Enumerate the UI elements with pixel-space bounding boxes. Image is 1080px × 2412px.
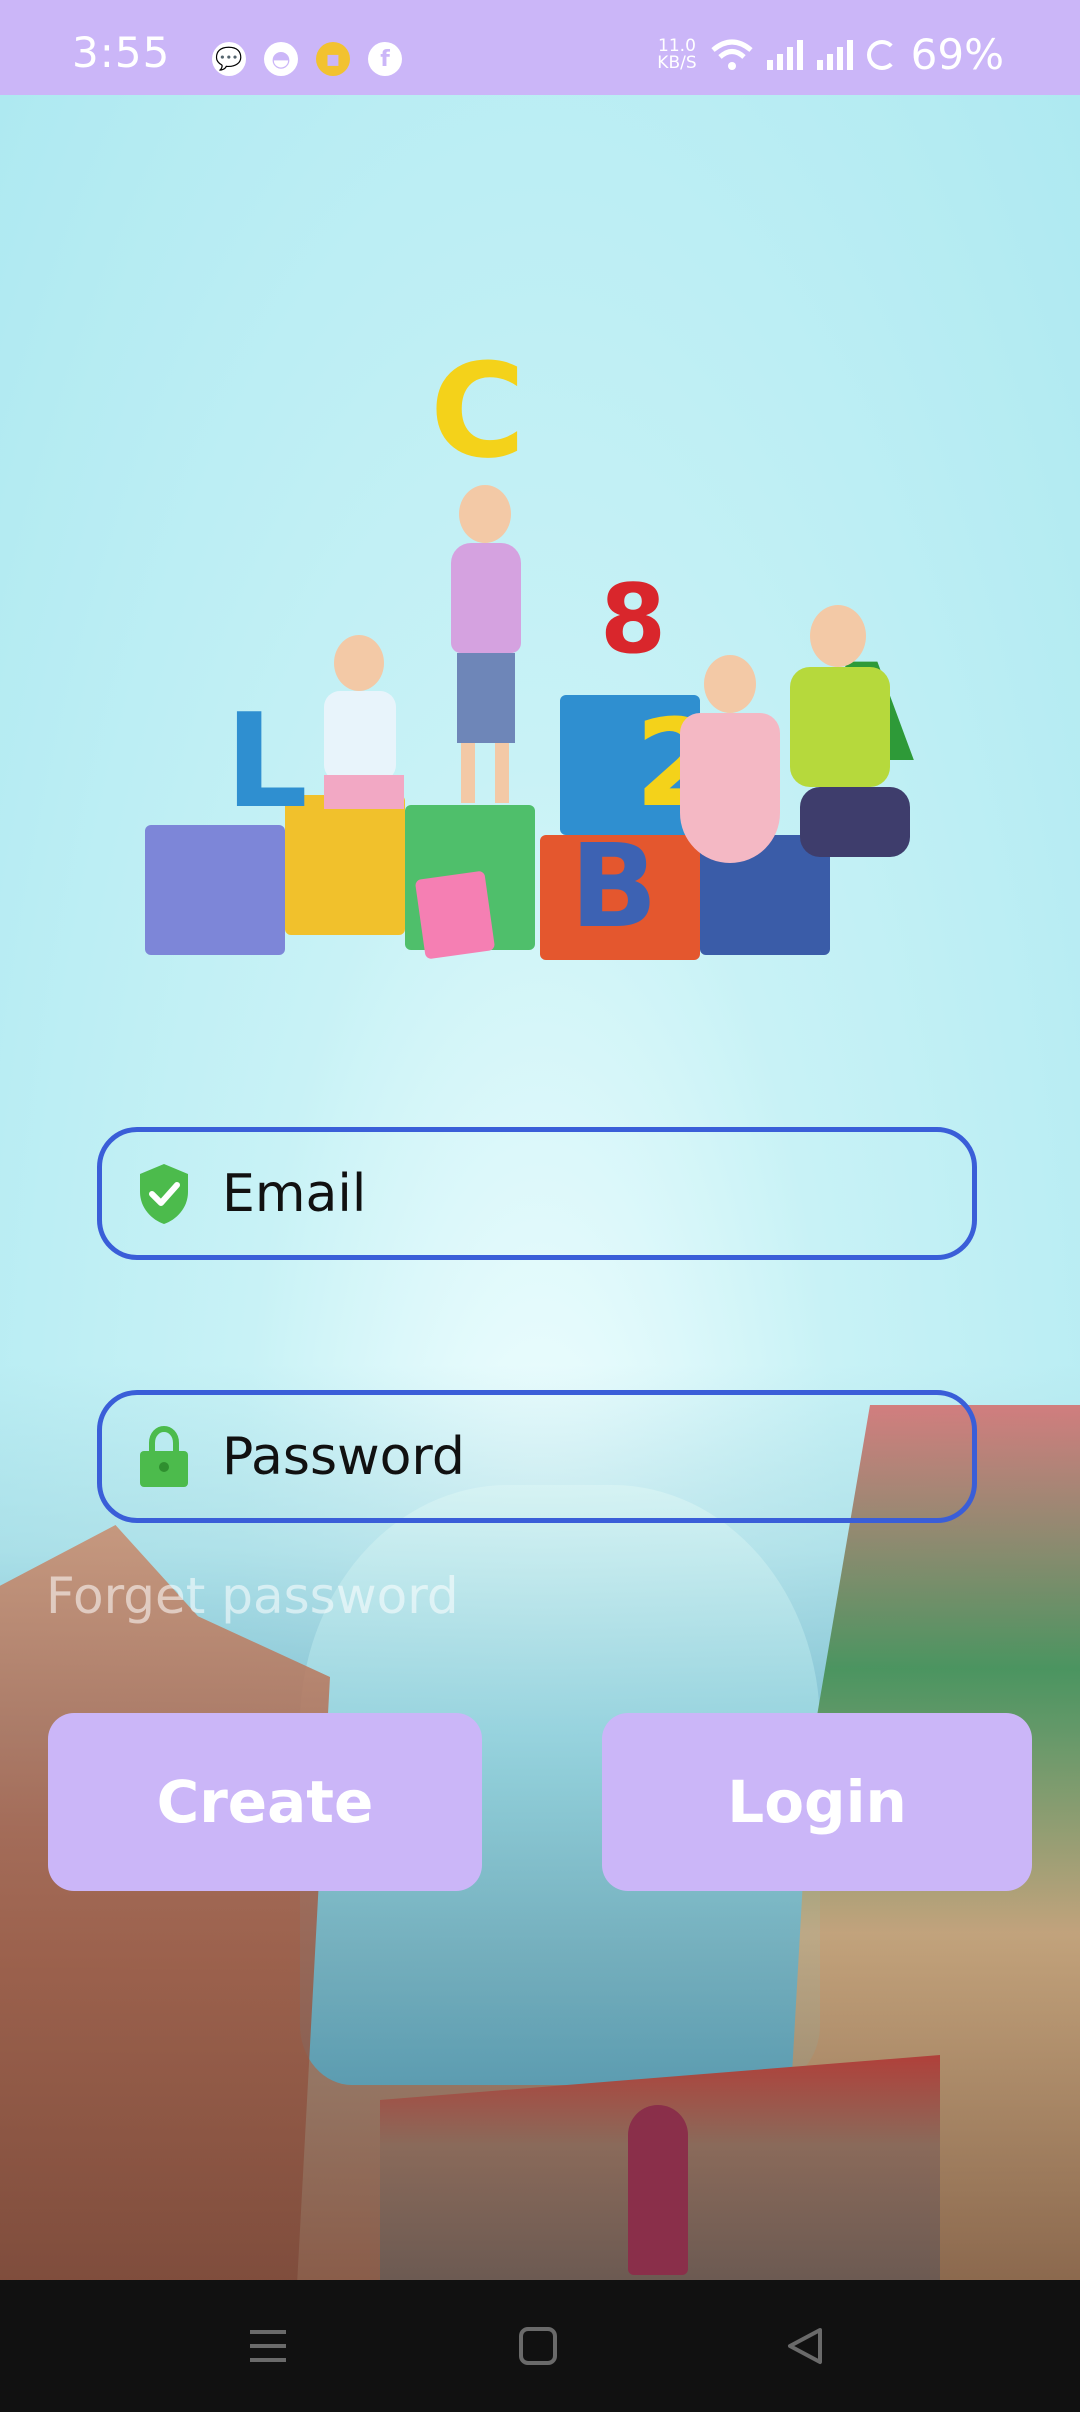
signal-icon <box>766 39 803 70</box>
shield-check-icon <box>136 1162 192 1226</box>
chat-icon: 💬 <box>212 42 246 76</box>
letter-l: L <box>225 685 308 837</box>
password-placeholder: Password <box>222 1426 465 1487</box>
wifi-icon <box>711 39 753 70</box>
status-time: 3:55 <box>72 28 171 77</box>
purple-block <box>145 825 285 955</box>
network-speed: 11.0 KB/S <box>657 35 697 73</box>
battery-level: 69% <box>910 30 1004 79</box>
navigation-bar <box>0 2280 1080 2412</box>
network-speed-value: 11.0 <box>658 35 696 56</box>
network-speed-unit: KB/S <box>657 52 697 73</box>
back-icon[interactable] <box>782 2324 826 2368</box>
left-buildings <box>0 1525 330 2280</box>
letter-c: C <box>430 335 526 487</box>
main-background: C 8 2 A B L <box>0 95 1080 2280</box>
status-right: 11.0 KB/S 69% <box>657 30 1004 79</box>
notification-icon: ▪ <box>316 42 350 76</box>
person-figure <box>628 2105 688 2275</box>
forgot-password-link[interactable]: Forget password <box>46 1567 459 1625</box>
email-field[interactable]: Email <box>97 1127 977 1260</box>
pink-book <box>414 870 496 960</box>
facebook-icon: f <box>368 42 402 76</box>
kid-sitting-left <box>310 635 410 885</box>
app-icon: ◓ <box>264 42 298 76</box>
password-field[interactable]: Password <box>97 1390 977 1523</box>
battery-ring-icon <box>866 39 897 70</box>
status-bar: 3:55 💬 ◓ ▪ f 11.0 KB/S 69% <box>0 0 1080 95</box>
login-button[interactable]: Login <box>602 1713 1032 1891</box>
notification-icons: 💬 ◓ ▪ f <box>212 42 402 76</box>
kid-standing <box>445 485 525 815</box>
letter-8: 8 <box>600 565 667 675</box>
menu-icon[interactable] <box>246 2324 290 2368</box>
letter-b: B <box>570 820 658 954</box>
email-placeholder: Email <box>222 1163 367 1224</box>
home-icon[interactable] <box>516 2324 560 2368</box>
kid-boy-right <box>770 605 910 955</box>
lock-icon <box>136 1425 192 1489</box>
create-button[interactable]: Create <box>48 1713 482 1891</box>
signal-icon <box>816 39 853 70</box>
kids-illustration: C 8 2 A B L <box>130 275 950 1015</box>
